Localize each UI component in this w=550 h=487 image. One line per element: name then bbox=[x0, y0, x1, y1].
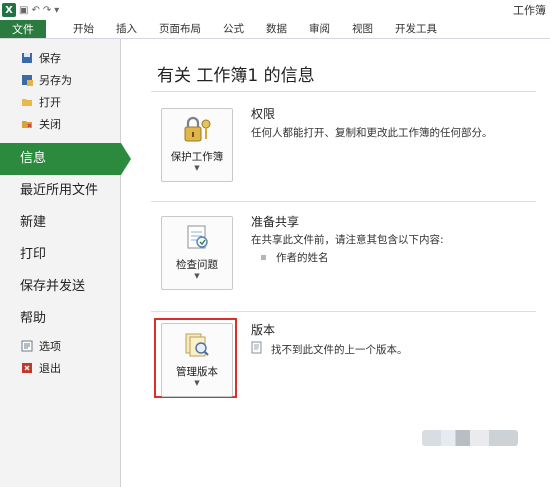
version-document-icon bbox=[251, 341, 263, 357]
tab-view[interactable]: 视图 bbox=[341, 20, 384, 38]
tab-page-layout[interactable]: 页面布局 bbox=[148, 20, 212, 38]
tab-developer[interactable]: 开发工具 bbox=[384, 20, 448, 38]
tab-file[interactable]: 文件 bbox=[0, 20, 46, 38]
protect-workbook-button[interactable]: 保护工作簿 ▼ bbox=[161, 108, 233, 182]
versions-heading: 版本 bbox=[251, 323, 276, 337]
nav-recent[interactable]: 最近所用文件 bbox=[0, 175, 120, 207]
nav-save-as[interactable]: 另存为 bbox=[0, 69, 120, 91]
permissions-section: 保护工作簿 ▼ 权限 任何人都能打开、复制和更改此工作簿的任何部分。 bbox=[151, 101, 531, 191]
nav-close[interactable]: 关闭 bbox=[0, 113, 120, 135]
nav-save[interactable]: 保存 bbox=[0, 47, 120, 69]
author-name-item: 作者的姓名 bbox=[276, 252, 329, 264]
list-item: 作者的姓名 bbox=[261, 250, 329, 265]
folder-close-icon bbox=[20, 118, 33, 130]
permissions-desc: 任何人都能打开、复制和更改此工作簿的任何部分。 bbox=[251, 127, 493, 139]
tab-review[interactable]: 审阅 bbox=[298, 20, 341, 38]
prepare-section: 检查问题 ▼ 准备共享 在共享此文件前，请注意其包含以下内容: 作者的姓名 bbox=[151, 209, 531, 304]
undo-icon[interactable]: ↶ bbox=[31, 5, 39, 16]
excel-logo-icon: X bbox=[2, 3, 16, 17]
customize-icon[interactable]: ▾ bbox=[54, 5, 59, 16]
document-check-icon bbox=[181, 224, 213, 252]
title-bar: X ▣ ↶ ↷ ▾ 工作簿 文件 开始 插入 页面布局 公式 数据 审阅 视图 … bbox=[0, 0, 550, 39]
nav-exit-label: 退出 bbox=[39, 362, 61, 375]
nav-options-label: 选项 bbox=[39, 340, 61, 353]
nav-open-label: 打开 bbox=[39, 96, 61, 109]
dropdown-caret-icon: ▼ bbox=[194, 272, 200, 280]
options-icon bbox=[20, 340, 33, 352]
permissions-heading: 权限 bbox=[251, 107, 276, 121]
versions-section: 管理版本 ▼ 版本 找不到此文件的上一个版本。 bbox=[151, 315, 531, 415]
tab-insert[interactable]: 插入 bbox=[105, 20, 148, 38]
check-issues-label: 检查问题 bbox=[176, 259, 218, 271]
save-as-icon bbox=[20, 74, 33, 86]
save-icon[interactable]: ▣ bbox=[19, 5, 28, 16]
check-issues-button[interactable]: 检查问题 ▼ bbox=[161, 216, 233, 290]
nav-options[interactable]: 选项 bbox=[0, 335, 120, 357]
blurred-watermark bbox=[422, 430, 518, 446]
divider bbox=[151, 201, 536, 202]
nav-open[interactable]: 打开 bbox=[0, 91, 120, 113]
divider bbox=[151, 91, 536, 92]
nav-print[interactable]: 打印 bbox=[0, 239, 120, 271]
manage-versions-button[interactable]: 管理版本 ▼ bbox=[161, 323, 233, 397]
protect-workbook-label: 保护工作簿 bbox=[170, 151, 224, 163]
tab-data[interactable]: 数据 bbox=[255, 20, 298, 38]
backstage-nav: 保存 另存为 打开 关闭 信息 最近所用文件 新建 打印 保存并发送 帮助 选项… bbox=[0, 39, 131, 487]
save-icon bbox=[20, 52, 33, 64]
ribbon-tabs: 开始 插入 页面布局 公式 数据 审阅 视图 开发工具 bbox=[62, 20, 448, 38]
versions-desc: 找不到此文件的上一个版本。 bbox=[271, 343, 408, 356]
redo-icon[interactable]: ↷ bbox=[43, 5, 51, 16]
info-panel: 有关 工作簿1 的信息 保护工作簿 ▼ 权限 任何人都能打开、复制和更改此工作簿… bbox=[121, 39, 550, 487]
nav-new[interactable]: 新建 bbox=[0, 207, 120, 239]
lock-key-icon bbox=[181, 116, 213, 144]
nav-exit[interactable]: 退出 bbox=[0, 357, 120, 379]
nav-save-label: 保存 bbox=[39, 52, 61, 65]
page-title: 有关 工作簿1 的信息 bbox=[157, 66, 315, 86]
dropdown-caret-icon: ▼ bbox=[194, 164, 200, 172]
nav-info[interactable]: 信息 bbox=[0, 143, 131, 175]
nav-close-label: 关闭 bbox=[39, 118, 61, 131]
bullet-icon bbox=[261, 255, 266, 260]
manage-versions-icon bbox=[181, 331, 213, 359]
dropdown-caret-icon: ▼ bbox=[194, 379, 200, 387]
exit-icon bbox=[20, 362, 33, 374]
window-title: 工作簿 bbox=[513, 4, 546, 17]
versions-info-row: 找不到此文件的上一个版本。 bbox=[251, 341, 408, 357]
manage-versions-label: 管理版本 bbox=[176, 366, 218, 378]
quick-access-toolbar: X ▣ ↶ ↷ ▾ bbox=[0, 0, 59, 20]
tab-home[interactable]: 开始 bbox=[62, 20, 105, 38]
nav-save-as-label: 另存为 bbox=[39, 74, 72, 87]
prepare-heading: 准备共享 bbox=[251, 215, 300, 229]
nav-help[interactable]: 帮助 bbox=[0, 303, 120, 335]
tab-formulas[interactable]: 公式 bbox=[212, 20, 255, 38]
nav-save-send[interactable]: 保存并发送 bbox=[0, 271, 120, 303]
divider bbox=[151, 311, 536, 312]
prepare-desc: 在共享此文件前，请注意其包含以下内容: bbox=[251, 234, 444, 246]
folder-open-icon bbox=[20, 96, 33, 108]
